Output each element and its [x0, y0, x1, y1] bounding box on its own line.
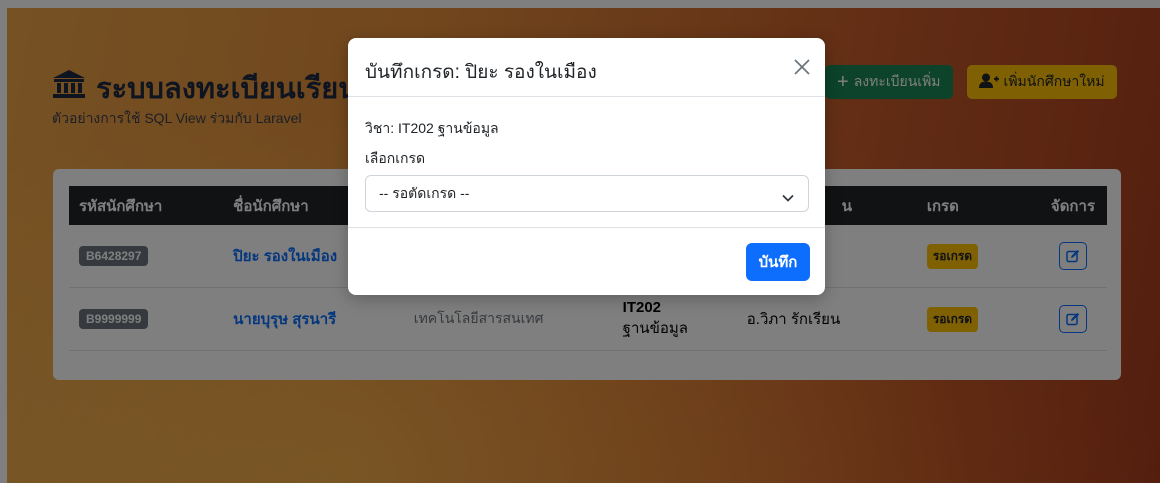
grade-select[interactable]: -- รอตัดเกรด --	[365, 175, 809, 212]
modal-course-line: วิชา: IT202 ฐานข้อมูล	[365, 120, 499, 136]
modal-footer: บันทึก	[348, 227, 825, 295]
grade-select-value: -- รอตัดเกรด --	[379, 184, 470, 201]
modal-title: บันทึกเกรด: ปิยะ รองในเมือง	[365, 62, 597, 83]
modal-body: วิชา: IT202 ฐานข้อมูล เลือกเกรด -- รอตัด…	[365, 118, 809, 212]
grade-modal: บันทึกเกรด: ปิยะ รองในเมือง วิชา: IT202 …	[348, 38, 825, 295]
grade-select-label: เลือกเกรด	[365, 150, 426, 166]
chevron-down-icon	[782, 189, 794, 205]
save-button[interactable]: บันทึก	[746, 243, 810, 281]
modal-header: บันทึกเกรด: ปิยะ รองในเมือง	[348, 38, 825, 97]
close-button[interactable]	[792, 57, 812, 77]
close-icon	[794, 59, 810, 75]
